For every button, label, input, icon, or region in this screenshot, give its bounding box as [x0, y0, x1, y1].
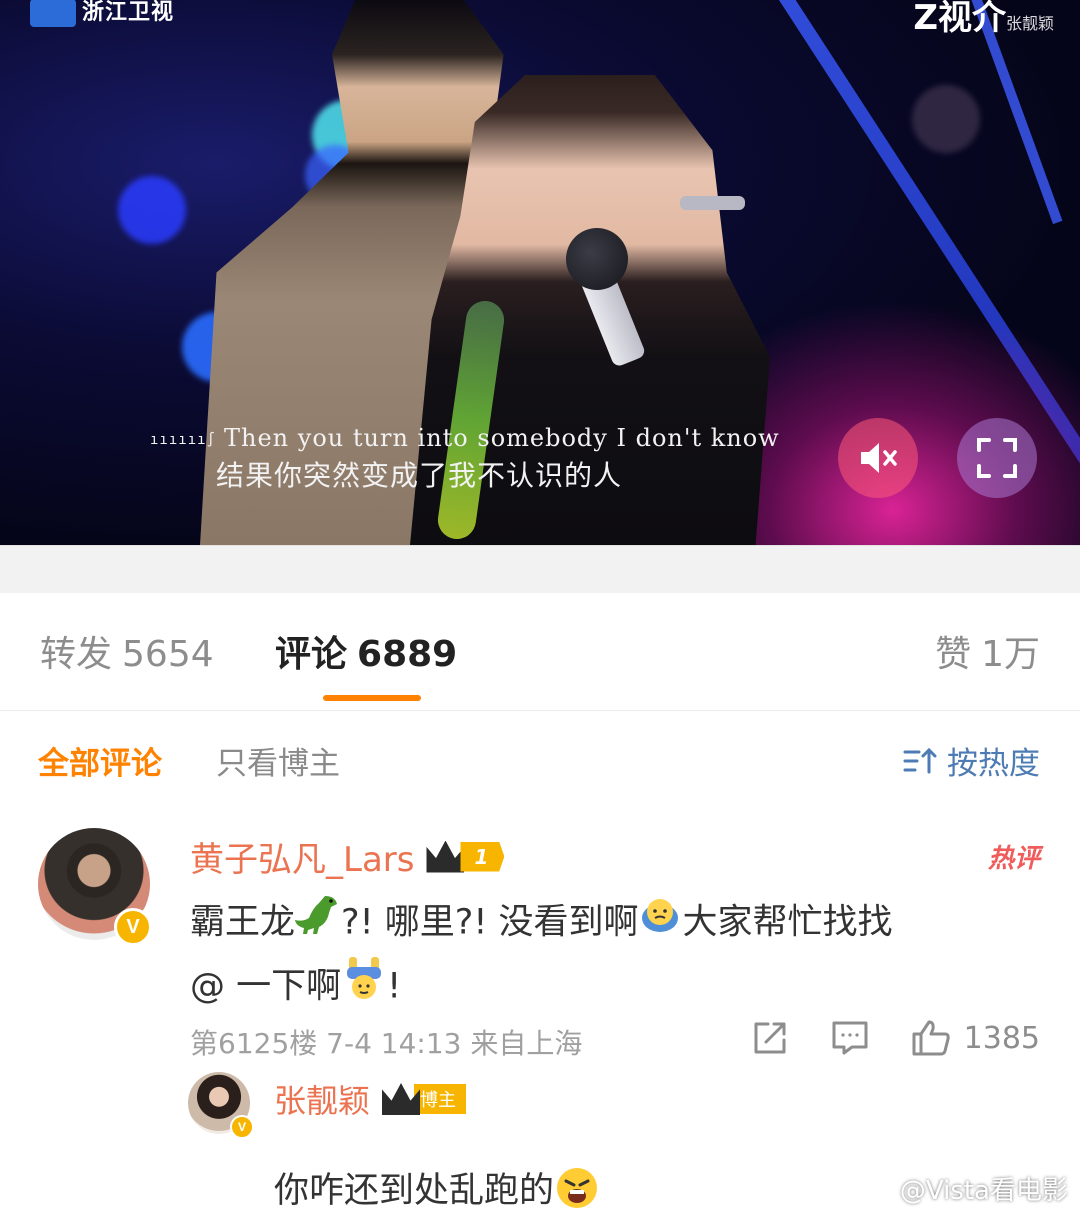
filter-all-comments[interactable]: 全部评论	[38, 738, 162, 783]
zhejiang-tv-icon	[30, 0, 76, 27]
share-icon	[754, 1022, 786, 1054]
section-divider	[0, 545, 1080, 593]
channel-logo-right: Z视介张靓颖	[913, 0, 1054, 38]
angry-shout-emoji-icon	[554, 1165, 600, 1215]
share-button[interactable]	[750, 1018, 790, 1058]
fullscreen-icon	[977, 438, 1017, 478]
floor-number: 第6125楼	[190, 1027, 318, 1060]
crown-icon	[426, 840, 465, 873]
mic-stand	[680, 196, 745, 210]
sort-icon	[903, 747, 937, 773]
vip-level-badge: 1	[426, 839, 505, 875]
subtitle-english: Then you turn into somebody I don't know	[224, 424, 780, 452]
tab-likes[interactable]: 赞 1万	[935, 625, 1040, 677]
comment-time: 7-4 14:13	[326, 1027, 462, 1060]
dinosaur-emoji-icon	[295, 892, 341, 955]
reply-text: 你咋还到处乱跑的	[274, 1162, 600, 1215]
comment-actions: 1385	[750, 1018, 1040, 1058]
thumbs-up-icon	[912, 1020, 950, 1056]
filter-host-only[interactable]: 只看博主	[216, 738, 340, 783]
comment-location: 来自上海	[470, 1027, 583, 1060]
comment-item: V 黄子弘凡_Lars 1 热评 霸王龙 ?! 哪里?! 没看到啊 大家帮忙找找…	[0, 810, 1080, 1215]
weibo-watermark: @Vista看电影	[899, 1176, 1068, 1206]
comment-meta: 第6125楼 7-4 14:13 来自上海	[190, 1022, 582, 1062]
comment-filter-bar: 全部评论 只看博主 按热度	[0, 712, 1080, 807]
hands-up-emoji-icon	[341, 955, 387, 1020]
reply-username[interactable]: 张靓颖 博主	[274, 1076, 467, 1122]
active-tab-indicator	[323, 695, 421, 701]
video-player[interactable]: 浙江卫视 Z视介张靓颖 ıııııı∫ Then you turn into so…	[0, 0, 1080, 545]
verified-badge-icon: V	[114, 908, 152, 946]
fullscreen-button[interactable]	[957, 418, 1037, 498]
stage-light	[118, 176, 186, 244]
like-button[interactable]: 1385	[910, 1018, 1040, 1058]
comment-text: 霸王龙 ?! 哪里?! 没看到啊 大家帮忙找找 @ 一下啊 !	[190, 892, 1050, 1020]
mute-button[interactable]	[838, 418, 918, 498]
speaker-muted-icon	[861, 443, 897, 473]
hot-comment-tag: 热评	[987, 844, 1040, 874]
subtitle-chinese: 结果你突然变成了我不认识的人	[216, 459, 623, 492]
channel-logo-left: 浙江卫视	[30, 0, 174, 27]
music-note-icon: ıııııı∫	[150, 431, 217, 448]
reply-button[interactable]	[830, 1019, 870, 1057]
tab-comments[interactable]: 评论 6889	[275, 625, 457, 677]
microphone-icon	[566, 228, 628, 290]
host-badge: 博主	[382, 1081, 467, 1117]
stats-tabs: 转发 5654 评论 6889 赞 1万	[0, 593, 1080, 711]
verified-badge-icon: V	[230, 1115, 254, 1139]
comment-icon	[832, 1021, 868, 1055]
sort-by-hot-button[interactable]: 按热度	[903, 738, 1040, 783]
video-subtitle: ıııııı∫ Then you turn into somebody I don…	[150, 424, 780, 494]
stage-light	[912, 85, 980, 153]
sweat-emoji-icon	[638, 892, 682, 955]
like-count: 1385	[963, 1020, 1040, 1056]
comment-username[interactable]: 黄子弘凡_Lars 1	[190, 832, 505, 881]
tab-repost[interactable]: 转发 5654	[40, 625, 214, 677]
